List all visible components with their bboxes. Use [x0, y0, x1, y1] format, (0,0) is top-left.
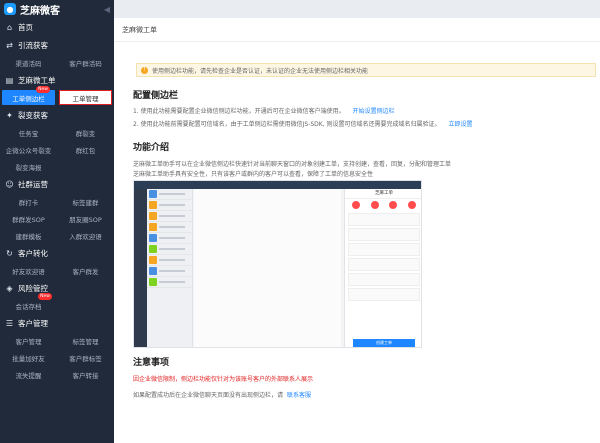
top-bar: [114, 0, 600, 18]
brand-name: 芝麻微客: [20, 5, 60, 17]
sidebar-item-customer-manage[interactable]: 客户管理: [0, 332, 57, 349]
preview-left-rail: [134, 189, 147, 347]
nav-group-label: 风险管控: [18, 283, 48, 293]
sidebar-item-fission-poster[interactable]: 裂变海报: [0, 158, 57, 175]
sidebar-item-red-packet[interactable]: 群红包: [57, 141, 114, 158]
nav-group-customers[interactable]: ☰ 客户管理: [0, 314, 114, 332]
ticket-icon: ▤: [5, 75, 14, 85]
sidebar: ● 芝麻微客 ◀ ⌂ 首页 ⇄ 引流获客 渠道活码 客户群活码 ▤ 芝麻微工单 …: [0, 0, 114, 443]
preview-sidebar-panel: 芝麻工单 创建工单: [344, 189, 421, 347]
new-badge: New: [36, 86, 50, 93]
conversion-icon: ↻: [6, 248, 13, 258]
shield-icon: ◈: [6, 283, 13, 293]
nav-group-label: 客户转化: [18, 248, 48, 258]
nav-group-ticket[interactable]: ▤ 芝麻微工单: [0, 71, 114, 89]
setup-sidebar-link[interactable]: 开始设置侧边栏: [353, 108, 395, 115]
user-icon: ☰: [5, 318, 14, 328]
warning-text: 使用侧边栏功能，请先检查企业是否认证，未认证的企业无法使用侧边栏相关功能: [152, 67, 369, 75]
sidebar-item-label: 工单侧边栏: [12, 94, 45, 103]
nav-group-lead[interactable]: ⇄ 引流获客: [0, 36, 114, 54]
warning-icon: !: [141, 66, 148, 74]
config-line-2: 2. 使用此功能前需要配置可信域名，由于工单侧边栏需使用微信JS-SDK, 则设…: [133, 119, 473, 128]
config-line-1: 1. 使用此功能需要配置企业微信侧边栏功能，开通后可在企业微信客户端使用。 开始…: [133, 106, 395, 115]
nav-home-label: 首页: [18, 22, 33, 32]
notice-line: 如果配置成功后在企业微信聊天页面没有出现侧边栏，请 联系客服: [133, 390, 311, 399]
sidebar-item-friend-welcome[interactable]: 好友欢迎语: [0, 262, 57, 279]
breadcrumb: 芝麻微工单: [114, 18, 600, 42]
notice-line-text: 如果配置成功后在企业微信聊天页面没有出现侧边栏，请: [133, 392, 284, 399]
preview-titlebar: [134, 181, 421, 189]
preview-create-button: 创建工单: [353, 339, 415, 347]
config-line-2-text: 2. 使用此功能前需要配置可信域名，由于工单侧边栏需使用微信JS-SDK, 则设…: [133, 121, 441, 128]
sidebar-item-group-template[interactable]: 建群模板: [0, 227, 57, 244]
preview-chat-area: [194, 189, 341, 347]
sidebar-item-ticket-sidebar[interactable]: 工单侧边栏 New: [2, 86, 55, 105]
config-title: 配置侧边栏: [133, 91, 179, 101]
sidebar-item-tag-manage[interactable]: 标签管理: [57, 332, 114, 349]
sidebar-item-group-qr[interactable]: 客户群活码: [57, 54, 114, 71]
sidebar-item-official-fission[interactable]: 企微公众号裂变: [0, 141, 57, 158]
share-icon: ⇄: [6, 40, 13, 50]
sidebar-item-batch-add[interactable]: 批量加好友: [0, 349, 57, 366]
intro-line-1: 芝麻微工单助手可以在企业微信侧边栏快速针对当前聊天窗口的对象创建工单，支持创建，…: [133, 161, 452, 168]
nav-group-label: 客户管理: [18, 318, 48, 328]
nav-home[interactable]: ⌂ 首页: [0, 18, 114, 36]
sidebar-item-tag-group[interactable]: 标签建群: [57, 193, 114, 210]
chat-bubble-logo-icon: ●: [4, 3, 16, 15]
preview-panel-title: 芝麻工单: [345, 189, 421, 199]
nav-group-fission[interactable]: ✦ 裂变获客: [0, 106, 114, 124]
setup-domain-link[interactable]: 立即设置: [448, 121, 472, 128]
sidebar-item-archive[interactable]: 会话存档 New: [0, 293, 57, 314]
sidebar-item-churn-alert[interactable]: 流失提醒: [0, 366, 57, 383]
sidebar-item-group-fission[interactable]: 群裂变: [57, 124, 114, 141]
intro-line-2: 芝麻微工单助手具有安全性，只有该客户或群内的客户可以查看，保障了工单的信息安全性: [133, 171, 374, 178]
sidebar-item-group-tags[interactable]: 客户群标签: [57, 349, 114, 366]
sidebar-item-label: 会话存档: [15, 302, 42, 311]
nav-group-community[interactable]: ☺ 社群运营: [0, 175, 114, 193]
sidebar-item-checkin[interactable]: 群打卡: [0, 193, 57, 210]
nav-group-label: 社群运营: [18, 179, 48, 189]
contact-support-link[interactable]: 联系客服: [287, 392, 311, 399]
sidebar-item-moments-sop[interactable]: 朋友圈SOP: [57, 210, 114, 227]
notice-title: 注意事项: [133, 358, 170, 368]
collapse-arrow-icon[interactable]: ◀: [104, 5, 110, 14]
sidebar-item-ticket-manage[interactable]: 工单管理: [59, 90, 112, 105]
brand: ● 芝麻微客 ◀: [0, 0, 114, 18]
nav-group-label: 裂变获客: [18, 110, 48, 120]
nav-group-risk[interactable]: ◈ 风险管控: [0, 279, 114, 297]
people-icon: ☺: [5, 179, 14, 189]
preview-chat-list: [147, 189, 193, 347]
config-line-1-text: 1. 使用此功能需要配置企业微信侧边栏功能，开通后可在企业微信客户端使用。: [133, 108, 345, 115]
sidebar-item-customer-broadcast[interactable]: 客户群发: [57, 262, 114, 279]
nav-group-label: 引流获客: [18, 40, 48, 50]
intro-title: 功能介绍: [133, 143, 170, 153]
fission-icon: ✦: [6, 110, 13, 120]
new-badge: New: [38, 293, 52, 300]
sidebar-item-transfer[interactable]: 客户转接: [57, 366, 114, 383]
feature-preview-image: 芝麻工单 创建工单: [133, 180, 422, 348]
sidebar-item-join-welcome[interactable]: 入群欢迎语: [57, 227, 114, 244]
home-icon: ⌂: [6, 22, 13, 32]
nav-group-label: 芝麻微工单: [18, 75, 56, 85]
sidebar-item-task[interactable]: 任务宝: [0, 124, 57, 141]
notice-warning: 因企业微信限制，侧边栏功能仅针对为该账号客户的外部联系人展示: [133, 376, 314, 383]
sidebar-item-group-sop[interactable]: 群群发SOP: [0, 210, 57, 227]
sidebar-item-channel-qr[interactable]: 渠道活码: [0, 54, 57, 71]
warning-banner: ! 使用侧边栏功能，请先检查企业是否认证，未认证的企业无法使用侧边栏相关功能: [136, 63, 596, 77]
nav-group-conversion[interactable]: ↻ 客户转化: [0, 244, 114, 262]
